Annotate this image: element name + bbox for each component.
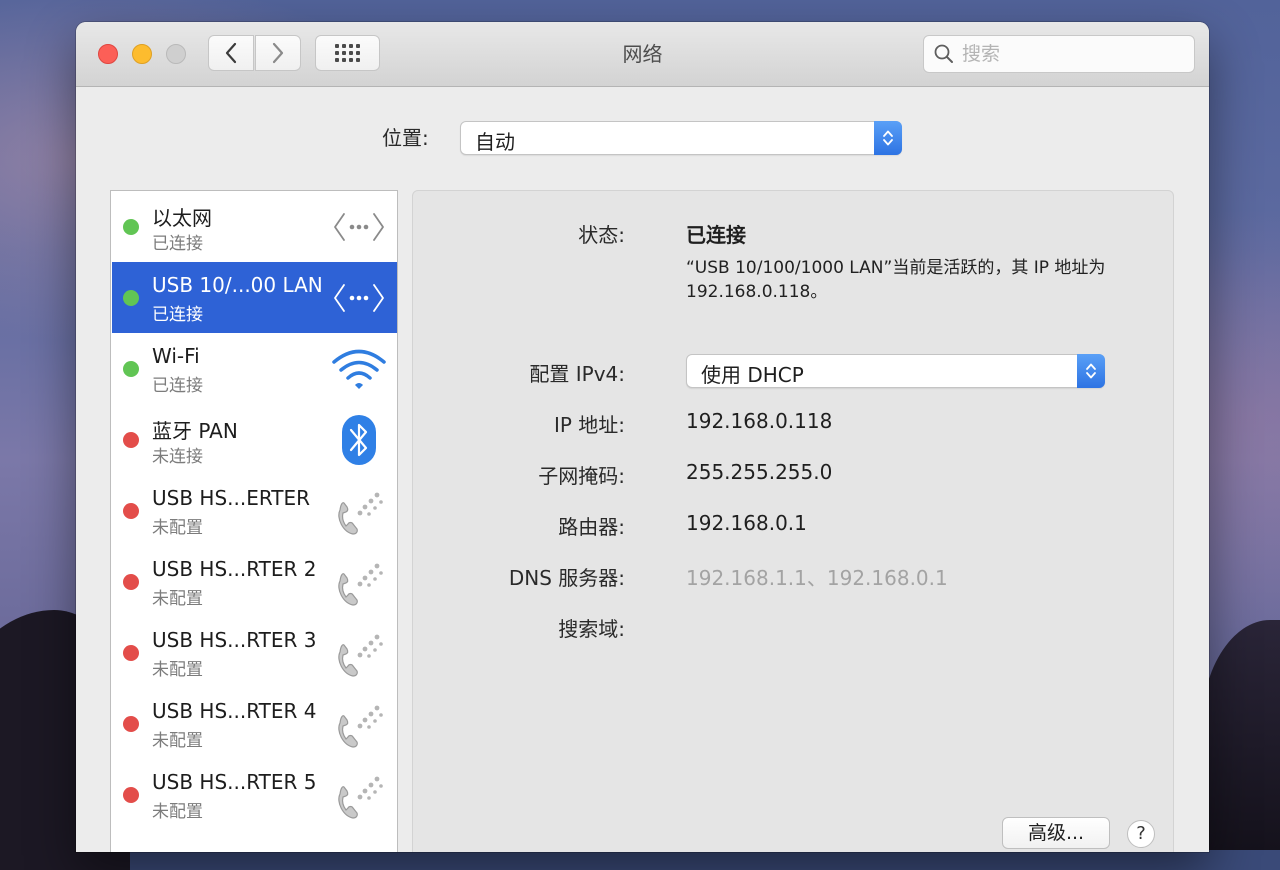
dns-server-label: DNS 服务器:	[508, 566, 625, 590]
status-value: 已连接	[686, 223, 746, 247]
service-name: 蓝牙 PAN	[152, 419, 238, 443]
service-name: Wi-Fi	[152, 344, 200, 368]
service-list[interactable]: 以太网已连接 USB 10/...00 LAN 已连接 Wi-Fi 已连接蓝牙 PAN 未…	[110, 190, 398, 852]
status-label: 状态:	[578, 223, 625, 247]
status-dot	[123, 290, 139, 306]
phone-icon	[330, 487, 388, 535]
bluetooth-icon	[330, 415, 388, 465]
location-value: 自动	[475, 130, 515, 154]
wifi-icon	[330, 345, 388, 393]
service-item[interactable]: USB 10/...00 LAN 已连接	[112, 262, 397, 333]
status-dot	[123, 361, 139, 377]
service-name: USB HS...RTER 2	[152, 557, 317, 581]
service-status: 未配置	[152, 589, 203, 609]
service-name: USB HS...RTER 4	[152, 699, 317, 723]
location-popup[interactable]: 自动	[460, 121, 902, 155]
service-name: USB HS...RTER 5	[152, 770, 317, 794]
service-item[interactable]: USB HS...RTER 2 未配置	[112, 546, 397, 617]
titlebar: 网络	[76, 22, 1209, 87]
subnet-mask-label: 子网掩码:	[538, 464, 625, 488]
service-name: USB HS...RTER 3	[152, 628, 317, 652]
network-preferences-window: 网络 位置: 自动 以太网已连接USB 10/...00 LAN已连接Wi-Fi…	[76, 22, 1209, 852]
search-input[interactable]	[960, 42, 1184, 66]
service-item[interactable]: USB HS...RTER 3 未配置	[112, 617, 397, 688]
phone-icon	[330, 629, 388, 677]
search-domain-label: 搜索域:	[558, 617, 625, 641]
subnet-mask-value: 255.255.255.0	[686, 460, 833, 484]
status-dot	[123, 645, 139, 661]
ipv4-config-label: 配置 IPv4:	[529, 362, 625, 386]
ethernet-icon	[330, 274, 388, 322]
status-dot	[123, 574, 139, 590]
service-item[interactable]: Wi-Fi 已连接	[112, 333, 397, 404]
service-item[interactable]: 以太网 已连接	[112, 191, 397, 262]
service-status: 未配置	[152, 518, 203, 538]
status-dot	[123, 219, 139, 235]
phone-icon	[330, 771, 388, 819]
service-status: 未配置	[152, 802, 203, 822]
status-description: “USB 10/100/1000 LAN”当前是活跃的，其 IP 地址为 192…	[686, 258, 1106, 302]
service-status: 已连接	[152, 234, 203, 254]
service-name: USB HS...ERTER	[152, 486, 311, 510]
search-field[interactable]	[923, 35, 1195, 73]
advanced-button[interactable]: 高级...	[1002, 817, 1110, 849]
popup-stepper-icon	[874, 121, 902, 155]
ipv4-config-popup[interactable]: 使用 DHCP	[686, 354, 1105, 388]
phone-icon	[330, 700, 388, 748]
service-status: 未配置	[152, 731, 203, 751]
service-status: 未连接	[152, 447, 203, 467]
service-name: 以太网	[152, 206, 212, 230]
service-status: 已连接	[152, 376, 203, 396]
status-dot	[123, 432, 139, 448]
location-label: 位置:	[382, 126, 429, 150]
router-value: 192.168.0.1	[686, 511, 807, 535]
help-button[interactable]: ?	[1127, 820, 1155, 848]
detail-panel: 状态: 已连接 “USB 10/100/1000 LAN”当前是活跃的，其 IP…	[412, 190, 1174, 852]
phone-icon	[330, 558, 388, 606]
service-item[interactable]: 蓝牙 PAN 未连接	[112, 404, 397, 475]
service-item[interactable]: USB HS...RTER 5 未配置	[112, 759, 397, 830]
service-name: USB 10/...00 LAN	[152, 273, 323, 297]
status-dot	[123, 716, 139, 732]
ip-address-label: IP 地址:	[553, 413, 625, 437]
dns-server-value: 192.168.1.1、192.168.0.1	[686, 566, 948, 590]
ip-address-value: 192.168.0.118	[686, 409, 833, 433]
service-item[interactable]: USB HS...RTER 4 未配置	[112, 688, 397, 759]
search-icon	[934, 44, 953, 63]
ethernet-icon	[330, 203, 388, 251]
service-status: 未配置	[152, 660, 203, 680]
service-status: 已连接	[152, 305, 203, 325]
router-label: 路由器:	[558, 515, 625, 539]
status-dot	[123, 503, 139, 519]
popup-stepper-icon	[1077, 354, 1105, 388]
wallpaper-mountain	[1200, 620, 1280, 850]
status-dot	[123, 787, 139, 803]
service-item[interactable]: USB HS...ERTER 未配置	[112, 475, 397, 546]
ipv4-config-value: 使用 DHCP	[701, 363, 804, 387]
